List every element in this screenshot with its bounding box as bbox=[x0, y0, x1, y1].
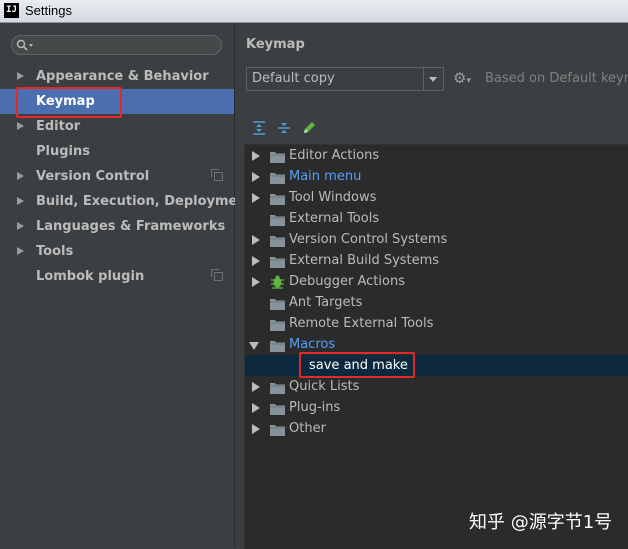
folder-icon bbox=[270, 191, 285, 205]
expand-arrow-icon[interactable] bbox=[17, 247, 24, 255]
tree-item-label: Main menu bbox=[289, 169, 362, 184]
watermark: 知乎 @源字节1号 bbox=[469, 512, 613, 533]
tree-item-other[interactable]: Other bbox=[245, 418, 628, 439]
folder-icon bbox=[270, 233, 285, 247]
folder-icon bbox=[270, 212, 285, 226]
page-title: Keymap bbox=[246, 37, 305, 52]
project-scope-icon bbox=[211, 169, 223, 181]
sidebar-item-appearance-behavior[interactable]: Appearance & Behavior bbox=[0, 64, 234, 89]
sidebar-item-label: Lombok plugin bbox=[36, 269, 145, 284]
keymap-select-value: Default copy bbox=[252, 71, 335, 86]
sidebar-item-plugins[interactable]: Plugins bbox=[0, 139, 234, 164]
keymap-panel: Keymap Default copy ⚙▾ Based on Default … bbox=[235, 23, 628, 549]
tree-item-quick-lists[interactable]: Quick Lists bbox=[245, 376, 628, 397]
sidebar-item-version-control[interactable]: Version Control bbox=[0, 164, 234, 189]
gear-icon[interactable]: ⚙▾ bbox=[453, 69, 471, 90]
tree-item-label: External Tools bbox=[289, 211, 380, 226]
folder-icon bbox=[270, 317, 285, 331]
bug-icon bbox=[270, 274, 285, 289]
folder-icon bbox=[270, 254, 285, 268]
folder-icon bbox=[270, 422, 285, 436]
tree-item-label: Tool Windows bbox=[289, 190, 377, 205]
settings-search-input[interactable] bbox=[11, 35, 222, 55]
expand-arrow-icon[interactable] bbox=[17, 197, 24, 205]
keymap-select[interactable]: Default copy bbox=[246, 67, 444, 91]
search-icon bbox=[16, 39, 33, 51]
expand-arrow-icon[interactable] bbox=[17, 172, 24, 180]
tree-item-label: Plug-ins bbox=[289, 400, 341, 415]
collapse-arrow-icon[interactable] bbox=[249, 342, 259, 350]
sidebar-item-label: Version Control bbox=[36, 169, 150, 184]
chevron-down-icon[interactable] bbox=[423, 68, 443, 90]
sidebar-item-tools[interactable]: Tools bbox=[0, 239, 234, 264]
expand-arrow-icon[interactable] bbox=[17, 122, 24, 130]
folder-icon bbox=[270, 380, 285, 394]
sidebar-item-languages-frameworks[interactable]: Languages & Frameworks bbox=[0, 214, 234, 239]
tree-item-ant-targets[interactable]: Ant Targets bbox=[245, 292, 628, 313]
expand-arrow-icon[interactable] bbox=[252, 277, 260, 287]
tree-item-label: Version Control Systems bbox=[289, 232, 448, 247]
expand-arrow-icon[interactable] bbox=[252, 193, 260, 203]
sidebar-item-label: Build, Execution, Deployment bbox=[36, 194, 253, 209]
folder-icon bbox=[270, 296, 285, 310]
tree-item-plug-ins[interactable]: Plug-ins bbox=[245, 397, 628, 418]
expand-arrow-icon[interactable] bbox=[17, 222, 24, 230]
sidebar-item-build-execution-deployment[interactable]: Build, Execution, Deployment bbox=[0, 189, 253, 214]
sidebar-item-label: Appearance & Behavior bbox=[36, 69, 209, 84]
expand-arrow-icon[interactable] bbox=[252, 235, 260, 245]
tree-item-version-control-systems[interactable]: Version Control Systems bbox=[245, 229, 628, 250]
folder-icon bbox=[270, 401, 285, 415]
title-bar: IJ Settings bbox=[0, 0, 628, 23]
settings-sidebar: Appearance & Behavior Keymap Editor Plugins… bbox=[0, 23, 253, 548]
tree-item-remote-external-tools[interactable]: Remote External Tools bbox=[245, 313, 628, 334]
sidebar-item-label: Plugins bbox=[36, 144, 90, 159]
folder-icon bbox=[270, 338, 285, 352]
tree-item-external-build-systems[interactable]: External Build Systems bbox=[245, 250, 628, 271]
project-scope-icon bbox=[211, 269, 223, 281]
tree-item-tool-windows[interactable]: Tool Windows bbox=[245, 187, 628, 208]
sidebar-item-label: Languages & Frameworks bbox=[36, 219, 226, 234]
expand-arrow-icon[interactable] bbox=[17, 72, 24, 80]
sidebar-item-label: Tools bbox=[36, 244, 74, 259]
expand-arrow-icon[interactable] bbox=[252, 256, 260, 266]
window-title: Settings bbox=[25, 3, 72, 18]
macro-highlight-box bbox=[299, 352, 415, 378]
expand-arrow-icon[interactable] bbox=[252, 403, 260, 413]
tree-item-label: Other bbox=[289, 421, 326, 436]
expand-arrow-icon[interactable] bbox=[252, 172, 260, 182]
expand-all-icon[interactable] bbox=[251, 120, 267, 136]
intellij-logo-icon: IJ bbox=[4, 3, 19, 18]
tree-item-label: Editor Actions bbox=[289, 148, 380, 163]
tree-item-label: Quick Lists bbox=[289, 379, 360, 394]
tree-item-label: External Build Systems bbox=[289, 253, 440, 268]
tree-item-external-tools[interactable]: External Tools bbox=[245, 208, 628, 229]
collapse-all-icon[interactable] bbox=[276, 120, 292, 136]
based-on-label: Based on Default keyma bbox=[485, 71, 628, 86]
edit-icon[interactable] bbox=[301, 120, 317, 136]
folder-icon bbox=[270, 170, 285, 184]
tree-item-debugger-actions[interactable]: Debugger Actions bbox=[245, 271, 628, 292]
expand-arrow-icon[interactable] bbox=[252, 151, 260, 161]
sidebar-item-lombok-plugin[interactable]: Lombok plugin bbox=[0, 264, 234, 289]
folder-icon bbox=[270, 149, 285, 163]
expand-arrow-icon[interactable] bbox=[252, 424, 260, 434]
tree-item-label: Remote External Tools bbox=[289, 316, 434, 331]
tree-item-label: Debugger Actions bbox=[289, 274, 405, 289]
tree-item-editor-actions[interactable]: Editor Actions bbox=[245, 145, 628, 166]
expand-arrow-icon[interactable] bbox=[252, 382, 260, 392]
tree-item-label: Ant Targets bbox=[289, 295, 363, 310]
tree-item-main-menu[interactable]: Main menu bbox=[245, 166, 628, 187]
keymap-action-tree[interactable]: Editor Actions Main menu Tool Windows Exter… bbox=[244, 144, 628, 549]
keymap-highlight-box bbox=[16, 87, 122, 118]
